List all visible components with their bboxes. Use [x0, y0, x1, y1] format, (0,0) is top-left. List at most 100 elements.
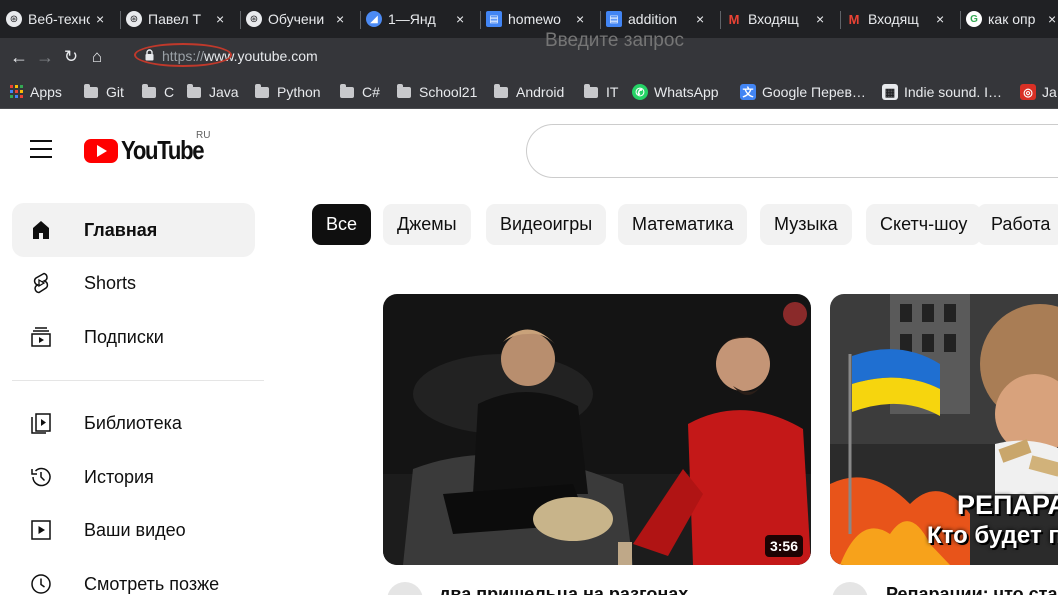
video-card[interactable]: 3:56 два пришельца на разгонах	[383, 294, 811, 595]
tab-favicon-icon: ⊛	[6, 11, 22, 27]
logo-text: YouTube	[121, 135, 205, 165]
tab-favicon-icon: ⊛	[126, 11, 142, 27]
chip-sketch-show[interactable]: Скетч-шоу	[866, 204, 982, 245]
bookmark-folder-git[interactable]: Git	[84, 82, 124, 102]
bookmark-google-translate[interactable]: 文 Google Перев…	[740, 82, 866, 102]
gmail-favicon-icon: M	[728, 11, 740, 27]
tab-close-icon[interactable]: ×	[96, 11, 104, 27]
tab-title: Обучени	[268, 11, 325, 27]
sidebar-divider	[12, 380, 264, 381]
bookmark-label: Python	[277, 84, 321, 100]
browser-tab[interactable]: ⊛ Павел Т ×	[126, 0, 234, 38]
tab-close-icon[interactable]: ×	[576, 11, 584, 27]
tab-title: homewo	[508, 11, 561, 27]
chip-jams[interactable]: Джемы	[383, 204, 471, 245]
channel-avatar[interactable]	[387, 582, 423, 595]
youtube-header: YouTube RU	[0, 110, 1058, 190]
bookmark-folder-java[interactable]: Java	[187, 82, 239, 102]
red-annotation-ellipse	[134, 43, 232, 67]
reload-icon[interactable]: ↻	[58, 47, 84, 67]
sidebar-item-label: Ваши видео	[84, 519, 186, 540]
browser-tab[interactable]: ⊛ Обучени ×	[246, 0, 354, 38]
tab-close-icon[interactable]: ×	[696, 11, 704, 27]
sidebar-item-shorts[interactable]: Shorts	[12, 256, 255, 310]
gmail-favicon-icon: M	[848, 11, 860, 27]
browser-tab[interactable]: ⊛ Веб-техно ×	[6, 0, 114, 38]
bookmark-label: Apps	[30, 84, 62, 100]
search-input[interactable]	[545, 26, 1045, 56]
sidebar: Главная Shorts Подписки Библиотека Истор…	[0, 190, 270, 595]
home-page-icon[interactable]: ⌂	[84, 47, 110, 67]
tab-title: Павел Т	[148, 11, 202, 27]
browser-tab[interactable]: ◢ 1—Янд ×	[366, 0, 474, 38]
video-title[interactable]: два пришельца на разгонах	[439, 584, 688, 595]
sidebar-item-label: Shorts	[84, 272, 137, 293]
thumbnail-overlay-text: РЕПАРА	[957, 490, 1058, 520]
bookmark-folder-it[interactable]: IT	[584, 82, 618, 102]
apps-grid-icon	[10, 85, 23, 98]
chip-video-games[interactable]: Видеоигры	[486, 204, 607, 245]
bookmark-indie-sound[interactable]: ▦ Indie sound. I…	[882, 82, 1002, 102]
sidebar-item-library[interactable]: Библиотека	[12, 396, 255, 450]
filter-chips-bar: Все Джемы Видеоигры Математика Музыка Ск…	[312, 204, 1058, 246]
video-thumbnail[interactable]: РЕПАРА Кто будет п	[830, 294, 1058, 565]
tab-close-icon[interactable]: ×	[936, 11, 944, 27]
sidebar-item-label: Главная	[84, 219, 158, 240]
search-box	[526, 124, 1058, 178]
video-title[interactable]: Репарации: что ста	[886, 584, 1058, 595]
menu-icon[interactable]	[30, 140, 52, 158]
sidebar-item-your-videos[interactable]: Ваши видео	[12, 503, 255, 557]
sidebar-item-history[interactable]: История	[12, 450, 255, 504]
bookmark-label: Google Перев…	[762, 84, 866, 100]
tab-close-icon[interactable]: ×	[336, 11, 344, 27]
tab-title: Входящ	[748, 11, 799, 27]
back-arrow-icon[interactable]: ←	[6, 47, 32, 68]
youtube-play-logo-icon	[84, 138, 118, 163]
folder-icon	[84, 83, 98, 98]
sidebar-item-label: Библиотека	[84, 412, 182, 433]
sidebar-item-subscriptions[interactable]: Подписки	[12, 310, 255, 364]
bookmark-folder-csharp[interactable]: C#	[340, 82, 380, 102]
bookmark-ja[interactable]: ◎ Ja	[1020, 82, 1057, 102]
video-card[interactable]: РЕПАРА Кто будет п Репарации: что ста	[830, 294, 1058, 595]
sidebar-item-label: Смотреть позже	[84, 573, 220, 594]
tab-close-icon[interactable]: ×	[816, 11, 824, 27]
bookmark-label: WhatsApp	[654, 84, 719, 100]
your-videos-icon	[31, 520, 51, 540]
chip-music[interactable]: Музыка	[760, 204, 852, 245]
tab-close-icon[interactable]: ×	[1048, 11, 1056, 27]
watch-later-icon	[31, 574, 51, 594]
bookmark-folder-python[interactable]: Python	[255, 82, 321, 102]
bookmark-folder-android[interactable]: Android	[494, 82, 564, 102]
folder-icon	[340, 83, 354, 98]
tab-favicon-icon: ◢	[366, 11, 382, 27]
tab-close-icon[interactable]: ×	[456, 11, 464, 27]
bookmark-whatsapp[interactable]: ✆ WhatsApp	[632, 82, 719, 102]
sidebar-item-watch-later[interactable]: Смотреть позже	[12, 557, 255, 595]
tab-title: как опр	[988, 11, 1036, 27]
bookmark-label: Git	[106, 84, 124, 100]
bookmarks-bar: Apps Git C Java Python C# School21 Andro…	[0, 76, 1058, 109]
tab-close-icon[interactable]: ×	[216, 11, 224, 27]
chip-work[interactable]: Работа	[977, 204, 1058, 245]
channel-avatar[interactable]	[832, 582, 868, 595]
tab-separator	[360, 11, 361, 29]
bookmark-label: C#	[362, 84, 380, 100]
tab-favicon-icon: ▤	[486, 11, 502, 27]
sidebar-item-label: История	[84, 466, 154, 487]
library-icon	[31, 413, 51, 434]
sidebar-item-home[interactable]: Главная	[12, 203, 255, 257]
bookmark-label: Ja	[1042, 84, 1057, 100]
region-code: RU	[196, 130, 211, 141]
chip-all[interactable]: Все	[312, 204, 372, 245]
bookmark-folder-school21[interactable]: School21	[397, 82, 477, 102]
forward-arrow-icon[interactable]: →	[32, 47, 58, 68]
tab-title: 1—Янд	[388, 11, 436, 27]
bookmark-folder-c[interactable]: C	[142, 82, 174, 102]
whatsapp-icon: ✆	[632, 84, 648, 100]
bookmark-apps[interactable]: Apps	[10, 82, 62, 102]
bookmark-label: Android	[516, 84, 565, 100]
video-duration-badge: 3:56	[764, 535, 803, 557]
chip-math[interactable]: Математика	[618, 204, 748, 245]
video-thumbnail[interactable]: 3:56	[383, 294, 811, 565]
